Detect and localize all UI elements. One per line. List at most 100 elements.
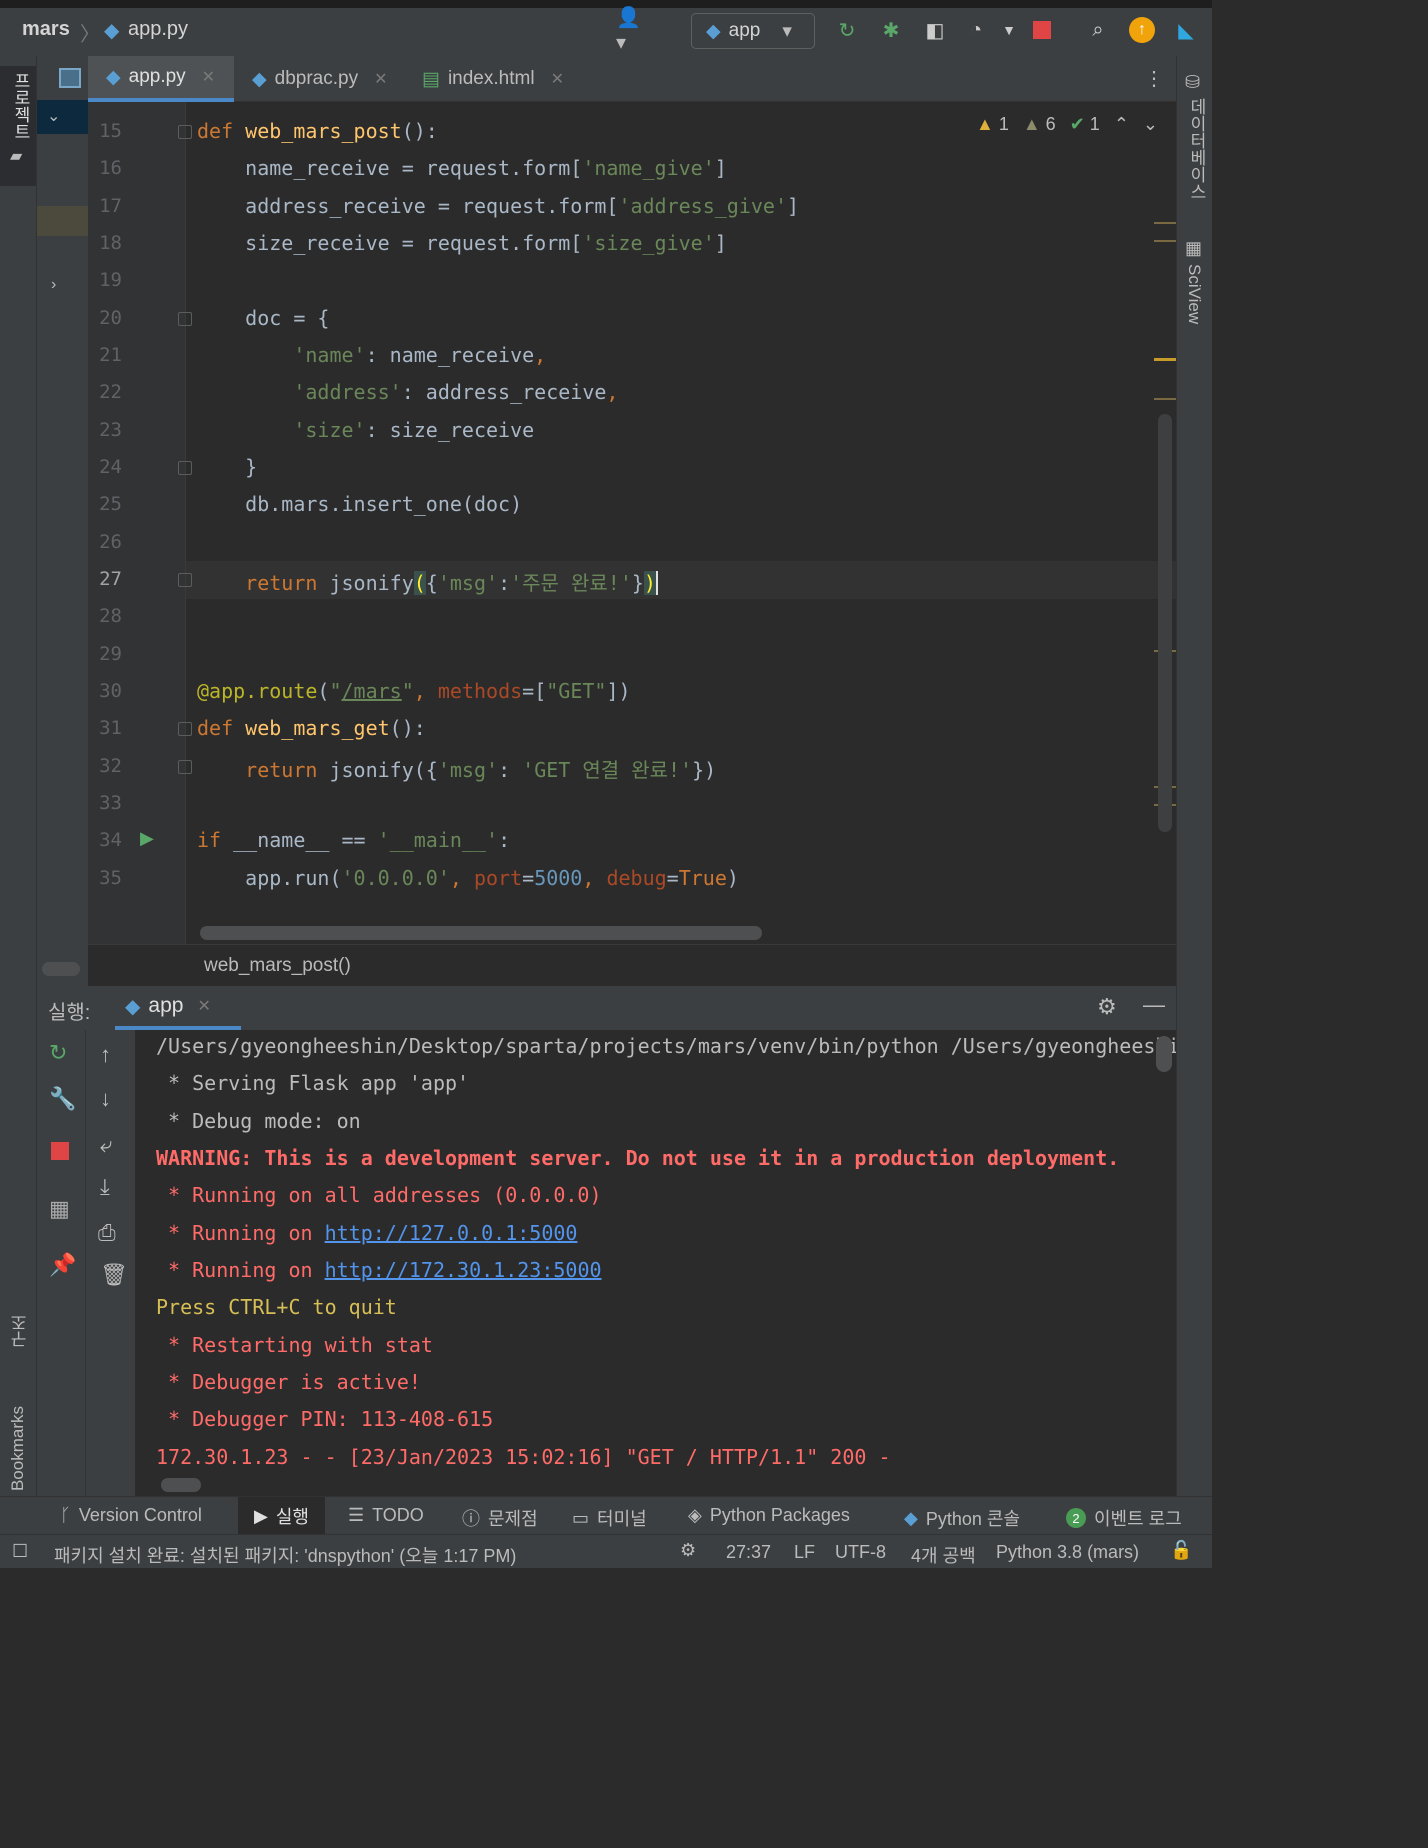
- console-line: * Restarting with stat: [156, 1333, 433, 1357]
- pin-icon[interactable]: 📌: [49, 1252, 76, 1278]
- close-icon[interactable]: ✕: [197, 996, 210, 1016]
- soft-wrap-icon[interactable]: ⤶: [100, 1132, 112, 1158]
- fold-marker[interactable]: [178, 573, 192, 587]
- search-icon[interactable]: ⌕: [1084, 16, 1112, 44]
- fold-marker[interactable]: [178, 125, 192, 139]
- gear-icon[interactable]: ⚙: [1097, 994, 1117, 1020]
- stop-icon[interactable]: [51, 1142, 69, 1160]
- caret-position[interactable]: 27:37: [726, 1542, 771, 1563]
- run-toolbar-secondary: ↑ ↓ ⤶ ⤓ ⎙ 🗑: [85, 1030, 135, 1496]
- tab-todo[interactable]: ☰ TODO: [348, 1505, 424, 1526]
- more-icon[interactable]: ⋮: [1144, 66, 1164, 91]
- coverage-icon[interactable]: ◧: [921, 16, 949, 44]
- python-interpreter[interactable]: Python 3.8 (mars): [996, 1542, 1139, 1563]
- function-breadcrumb[interactable]: web_mars_post(): [204, 955, 351, 977]
- status-message[interactable]: 패키지 설치 완료: 설치된 패키지: 'dnspython' (오늘 1:17…: [54, 1542, 516, 1568]
- arrow-down-icon[interactable]: ↓: [100, 1086, 111, 1112]
- chevron-right-icon[interactable]: ›: [51, 276, 56, 294]
- editor-tab-bar: ◆ app.py ✕ ◆ dbprac.py ✕ ▤ index.html ✕ …: [88, 56, 1176, 102]
- minimize-icon[interactable]: —: [1143, 992, 1165, 1018]
- tab-app-py[interactable]: ◆ app.py ✕: [88, 56, 234, 102]
- lock-icon[interactable]: 🔓: [1170, 1540, 1192, 1561]
- layout-icon[interactable]: ▦: [49, 1196, 70, 1222]
- left-tool-strip: 프로젝트 ▰ 구조 Bookmarks: [0, 56, 37, 1496]
- layout-toggle-icon[interactable]: ☐: [12, 1541, 28, 1562]
- rerun-icon[interactable]: ↻: [49, 1040, 67, 1066]
- update-icon[interactable]: ↑: [1128, 16, 1156, 44]
- run-gutter-icon[interactable]: ▶: [140, 828, 154, 849]
- list-icon: ☰: [348, 1505, 365, 1525]
- fold-marker[interactable]: [178, 722, 192, 736]
- tab-label: Version Control: [78, 1505, 202, 1525]
- stop-icon[interactable]: [1028, 16, 1056, 44]
- indent-setting[interactable]: 4개 공백: [911, 1542, 976, 1568]
- database-tool-tab[interactable]: 데이터베이스: [1184, 98, 1209, 200]
- tab-index-html[interactable]: ▤ index.html ✕: [404, 56, 574, 102]
- line-separator[interactable]: LF: [794, 1542, 815, 1563]
- arrow-up-icon[interactable]: ↑: [100, 1042, 111, 1068]
- close-icon[interactable]: ✕: [202, 67, 215, 87]
- background-tasks-icon[interactable]: ⚙: [680, 1540, 696, 1561]
- user-icon[interactable]: 👤▾: [616, 7, 644, 54]
- project-name[interactable]: mars: [22, 18, 70, 41]
- file-encoding[interactable]: UTF-8: [835, 1542, 886, 1563]
- line-number: 17: [99, 195, 122, 217]
- code-editor[interactable]: ▲ 1 ▲ 6 ✔ 1 ⌃ ⌄ 15 16 17 18 19 20 21 22 …: [88, 102, 1176, 944]
- chevron-down-icon[interactable]: ⌄: [47, 106, 60, 126]
- run-tab-app[interactable]: ◆ app ✕: [115, 986, 241, 1030]
- run-config-selector[interactable]: ◆ app ▾: [691, 13, 815, 49]
- bookmarks-tool-tab[interactable]: Bookmarks: [8, 1406, 28, 1491]
- console-line: * Serving Flask app 'app': [156, 1071, 470, 1095]
- line-number: 32: [99, 755, 122, 777]
- previous-highlight-icon[interactable]: ⌃: [1114, 114, 1129, 135]
- typo-count: 1: [1089, 114, 1100, 134]
- localhost-link[interactable]: http://127.0.0.1:5000: [325, 1221, 578, 1245]
- console-vertical-scrollbar[interactable]: [1156, 1036, 1172, 1072]
- tab-run[interactable]: ▶ 실행: [238, 1497, 325, 1535]
- database-icon: ⛁: [1185, 72, 1201, 92]
- code-line: doc = {: [197, 306, 330, 330]
- console-line: * Debugger is active!: [156, 1370, 421, 1394]
- scroll-to-end-icon[interactable]: ⤓: [100, 1174, 110, 1200]
- wrench-icon[interactable]: 🔧: [49, 1086, 76, 1112]
- sciview-tool-tab[interactable]: SciView: [1184, 264, 1204, 324]
- inspection-widget[interactable]: ▲ 1 ▲ 6 ✔ 1 ⌃ ⌄: [976, 114, 1158, 135]
- profile-icon[interactable]: ◔: [962, 16, 990, 44]
- python-file-icon: ◆: [252, 68, 267, 90]
- trash-icon[interactable]: 🗑: [100, 1262, 128, 1288]
- debug-icon[interactable]: ✱: [877, 16, 905, 44]
- tab-version-control[interactable]: ᚴ Version Control: [60, 1505, 202, 1526]
- console-horizontal-scrollbar[interactable]: [161, 1478, 201, 1492]
- title-bar: mars 〉 ◆ app.py 👤▾ ◆ app ▾ ↻ ✱ ◧ ◔ ▼ ⌕ ↑…: [0, 0, 1212, 56]
- project-horizontal-scrollbar[interactable]: [42, 962, 80, 976]
- tab-python-packages[interactable]: ◈ Python Packages: [688, 1505, 850, 1526]
- run-console[interactable]: /Users/gyeongheeshin/Desktop/sparta/proj…: [135, 1030, 1176, 1496]
- tab-terminal[interactable]: ▭ 터미널: [572, 1505, 647, 1531]
- next-highlight-icon[interactable]: ⌄: [1143, 114, 1158, 135]
- run-toolbar-primary: ↻ 🔧 ▦ 📌: [37, 1030, 85, 1496]
- fold-marker[interactable]: [178, 312, 192, 326]
- tab-problems[interactable]: ⓘ 문제점: [462, 1505, 538, 1531]
- project-tool-tab[interactable]: 프로젝트: [8, 72, 33, 140]
- panel-icon[interactable]: [59, 68, 81, 88]
- run-config-label: app: [728, 20, 761, 41]
- line-number: 24: [99, 456, 122, 478]
- close-icon[interactable]: ✕: [551, 69, 564, 89]
- tab-event-log[interactable]: 2 이벤트 로그: [1066, 1505, 1182, 1531]
- branch-icon: ᚴ: [60, 1505, 71, 1525]
- rerun-icon[interactable]: ↻: [833, 16, 861, 44]
- tab-python-console[interactable]: ◆ Python 콘솔: [904, 1505, 1020, 1531]
- breadcrumb-file[interactable]: app.py: [128, 18, 188, 41]
- editor-horizontal-scrollbar[interactable]: [200, 926, 762, 940]
- fold-marker[interactable]: [178, 461, 192, 475]
- jetbrains-icon[interactable]: ◣: [1172, 16, 1200, 44]
- close-icon[interactable]: ✕: [374, 69, 387, 89]
- structure-tool-tab[interactable]: 구조: [8, 1314, 33, 1348]
- code-line: return jsonify({'msg':'주문 완료!'}): [245, 571, 658, 595]
- fold-marker[interactable]: [178, 760, 192, 774]
- editor-vertical-scrollbar[interactable]: [1158, 414, 1172, 832]
- network-link[interactable]: http://172.30.1.23:5000: [325, 1258, 602, 1282]
- more-run-icon[interactable]: ▼: [995, 16, 1023, 44]
- tab-dbprac-py[interactable]: ◆ dbprac.py ✕: [234, 56, 402, 102]
- print-icon[interactable]: ⎙: [98, 1220, 116, 1246]
